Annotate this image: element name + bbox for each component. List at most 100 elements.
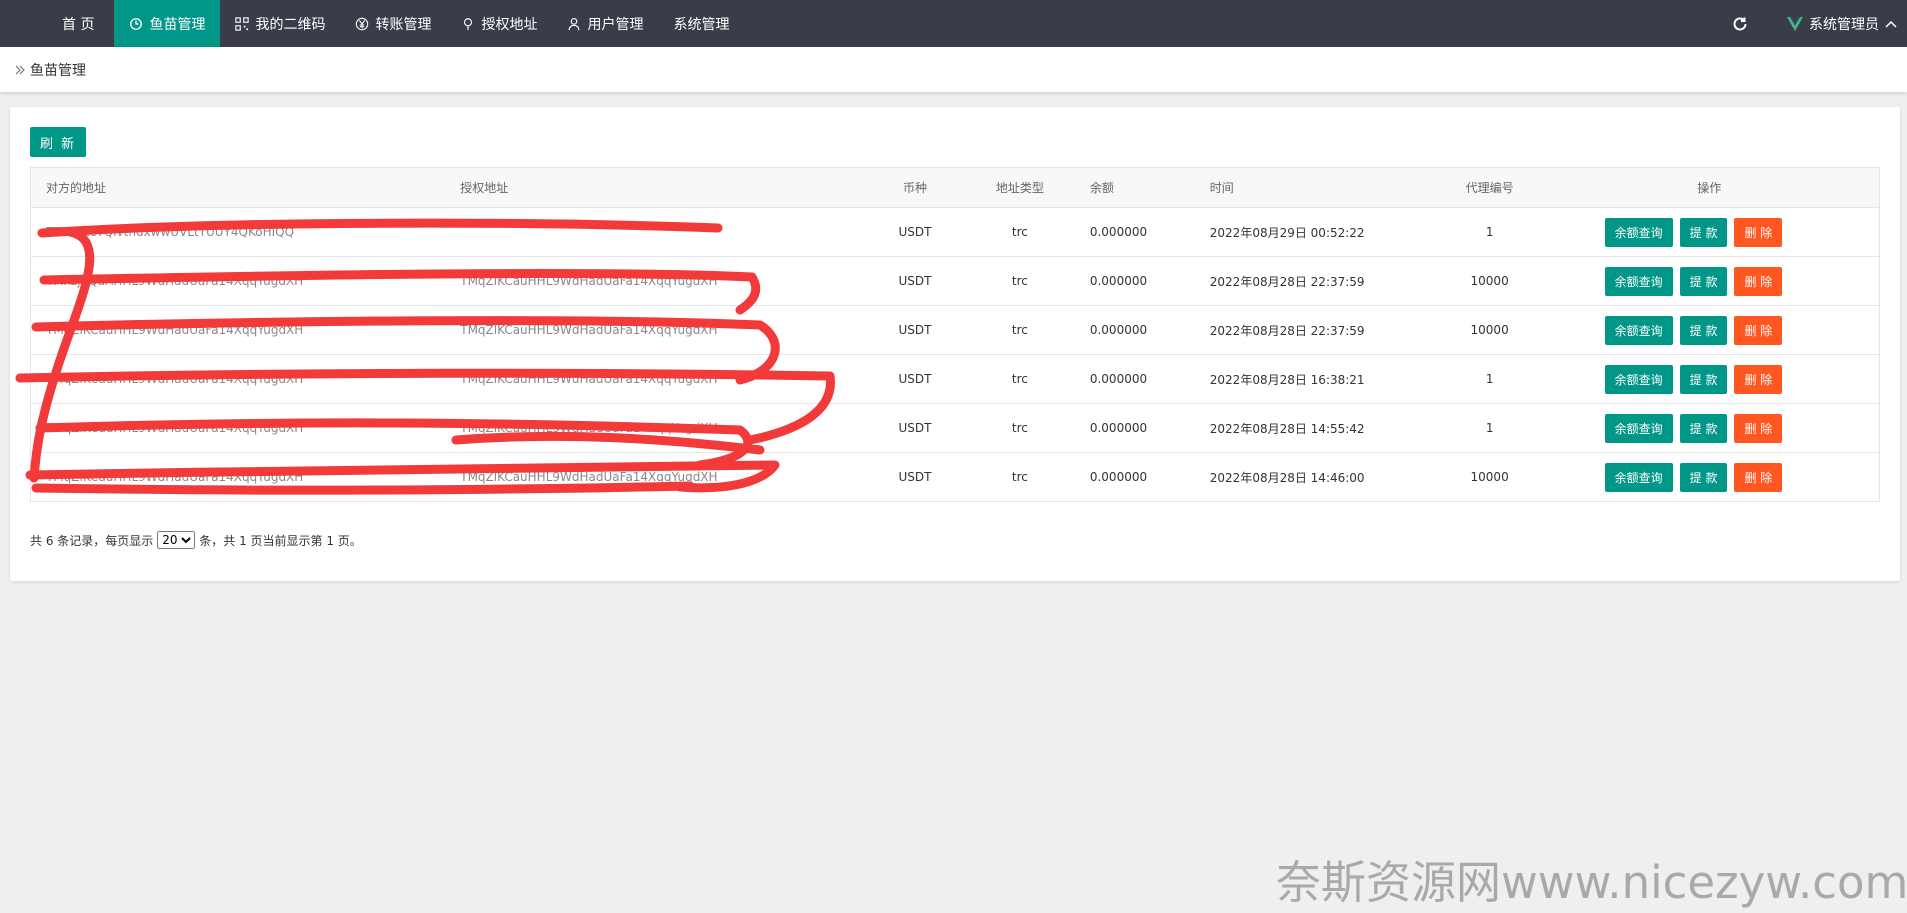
pager-suffix: 条，共 1 页当前显示第 1 页。 bbox=[199, 533, 362, 548]
cell-ops: 余额查询 提 款 删 除 bbox=[1539, 207, 1880, 257]
cell-from-address: TMqZlKCauHHL9WdHadUaFa14XqqYugdXH bbox=[30, 305, 446, 355]
cell-time: 2022年08月28日 14:55:42 bbox=[1194, 403, 1440, 453]
cell-agent: 1 bbox=[1439, 207, 1540, 257]
fish-icon bbox=[129, 17, 143, 31]
nav-item-label: 我的二维码 bbox=[255, 16, 326, 33]
user-menu[interactable]: 系统管理员 bbox=[1787, 14, 1897, 34]
row-actions: 余额查询 提 款 删 除 bbox=[1555, 217, 1864, 247]
breadcrumb-current: 鱼苗管理 bbox=[30, 62, 86, 79]
col-header-type: 地址类型 bbox=[964, 167, 1075, 208]
delete-button[interactable]: 删 除 bbox=[1734, 266, 1783, 296]
nav-menu: 首 页 鱼苗管理 我的二维码 转账管理 授权地址 用户管理 系统管理 bbox=[0, 0, 744, 47]
cell-auth-address bbox=[445, 207, 865, 257]
table-row: TMqZlKCauHHL9WdHadUaFa14XqqYugdXH TMqZlK… bbox=[30, 354, 1880, 404]
col-header-currency: 币种 bbox=[864, 167, 965, 208]
refresh-button[interactable]: 刷 新 bbox=[30, 127, 87, 157]
delete-button[interactable]: 删 除 bbox=[1734, 462, 1783, 492]
cell-type: trc bbox=[964, 256, 1075, 306]
refresh-icon[interactable] bbox=[1731, 15, 1749, 33]
withdraw-button[interactable]: 提 款 bbox=[1679, 364, 1728, 394]
withdraw-button[interactable]: 提 款 bbox=[1679, 315, 1728, 345]
cell-currency: USDT bbox=[864, 256, 965, 306]
table-header-row: 对方的地址 授权地址 币种 地址类型 余额 时间 代理编号 操作 bbox=[30, 167, 1880, 208]
cell-balance: 0.000000 bbox=[1074, 452, 1195, 502]
nav-item-home[interactable]: 首 页 bbox=[42, 0, 114, 47]
nav-item-label: 鱼苗管理 bbox=[149, 16, 206, 33]
nav-right: 系统管理员 bbox=[1731, 0, 1907, 47]
balance-query-button[interactable]: 余额查询 bbox=[1604, 217, 1673, 247]
vue-logo-icon bbox=[1787, 16, 1803, 31]
table-row: TMqZlKCauHHL9WdHadUaFa14XqqYugdXH TMqZlK… bbox=[30, 452, 1880, 502]
cell-from-address: TThKSzcYQivthdxwwUVLtTUUY4QKoHIQQ bbox=[30, 207, 446, 257]
delete-button[interactable]: 删 除 bbox=[1734, 364, 1783, 394]
cell-auth-address: TMqZlKCauHHL9WdHadUaFa14XqqYugdXH bbox=[445, 452, 865, 502]
nav-item-system[interactable]: 系统管理 bbox=[658, 0, 744, 47]
balance-query-button[interactable]: 余额查询 bbox=[1604, 364, 1673, 394]
nav-item-qrcode[interactable]: 我的二维码 bbox=[220, 0, 340, 47]
col-header-from: 对方的地址 bbox=[30, 167, 446, 208]
cell-time: 2022年08月28日 22:37:59 bbox=[1194, 305, 1440, 355]
nav-item-label: 转账管理 bbox=[375, 16, 432, 33]
delete-button[interactable]: 删 除 bbox=[1734, 315, 1783, 345]
row-actions: 余额查询 提 款 删 除 bbox=[1555, 364, 1864, 394]
chevron-up-icon bbox=[1885, 16, 1897, 32]
cell-ops: 余额查询 提 款 删 除 bbox=[1539, 403, 1880, 453]
balance-query-button[interactable]: 余额查询 bbox=[1604, 413, 1673, 443]
cell-balance: 0.000000 bbox=[1074, 256, 1195, 306]
nav-item-label: 授权地址 bbox=[481, 16, 538, 33]
table-row: TMxzjKQaAHHL9WdHadUaFa14XqqYugdXH TMqZiK… bbox=[30, 256, 1880, 306]
row-actions: 余额查询 提 款 删 除 bbox=[1555, 462, 1864, 492]
cell-currency: USDT bbox=[864, 452, 965, 502]
cell-type: trc bbox=[964, 354, 1075, 404]
col-header-ops: 操作 bbox=[1539, 167, 1880, 208]
nav-item-auth-address[interactable]: 授权地址 bbox=[446, 0, 552, 47]
cell-agent: 10000 bbox=[1439, 452, 1540, 502]
withdraw-button[interactable]: 提 款 bbox=[1679, 217, 1728, 247]
balance-query-button[interactable]: 余额查询 bbox=[1604, 462, 1673, 492]
col-header-auth: 授权地址 bbox=[445, 167, 865, 208]
withdraw-button[interactable]: 提 款 bbox=[1679, 413, 1728, 443]
cell-from-address: TMxzjKQaAHHL9WdHadUaFa14XqqYugdXH bbox=[30, 256, 446, 306]
table-row: TMqZlKCauHHL9WdHadUaFa14XqqYugdXH TMqZiK… bbox=[30, 403, 1880, 453]
cell-agent: 1 bbox=[1439, 403, 1540, 453]
cell-ops: 余额查询 提 款 删 除 bbox=[1539, 354, 1880, 404]
delete-button[interactable]: 删 除 bbox=[1734, 217, 1783, 247]
double-chevron-right-icon bbox=[14, 64, 26, 76]
page-size-select[interactable]: 20 bbox=[157, 531, 196, 549]
nav-item-fish[interactable]: 鱼苗管理 bbox=[114, 0, 221, 47]
pager-prefix: 共 6 条记录，每页显示 bbox=[30, 533, 154, 548]
col-header-balance: 余额 bbox=[1074, 167, 1195, 208]
user-icon bbox=[567, 17, 581, 31]
delete-button[interactable]: 删 除 bbox=[1734, 413, 1783, 443]
top-nav: 首 页 鱼苗管理 我的二维码 转账管理 授权地址 用户管理 系统管理 系统管理员 bbox=[0, 0, 1907, 47]
balance-query-button[interactable]: 余额查询 bbox=[1604, 266, 1673, 296]
cell-auth-address: TMqZiKCauHHL9WdHadUaFa14XqqYugdXH bbox=[445, 403, 865, 453]
yen-icon bbox=[355, 17, 369, 31]
cell-auth-address: TMqZlKCauHHL9WdHadUaFa14XqqYugdXH bbox=[445, 354, 865, 404]
row-actions: 余额查询 提 款 删 除 bbox=[1555, 413, 1864, 443]
cell-balance: 0.000000 bbox=[1074, 305, 1195, 355]
withdraw-button[interactable]: 提 款 bbox=[1679, 462, 1728, 492]
row-actions: 余额查询 提 款 删 除 bbox=[1555, 315, 1864, 345]
cell-type: trc bbox=[964, 305, 1075, 355]
cell-agent: 10000 bbox=[1439, 256, 1540, 306]
cell-ops: 余额查询 提 款 删 除 bbox=[1539, 452, 1880, 502]
table-row: TThKSzcYQivthdxwwUVLtTUUY4QKoHIQQ USDT t… bbox=[30, 207, 1880, 257]
cell-time: 2022年08月28日 14:46:00 bbox=[1194, 452, 1440, 502]
cell-from-address: TMqZlKCauHHL9WdHadUaFa14XqqYugdXH bbox=[30, 354, 446, 404]
nav-item-users[interactable]: 用户管理 bbox=[552, 0, 658, 47]
balance-query-button[interactable]: 余额查询 bbox=[1604, 315, 1673, 345]
pagination: 共 6 条记录，每页显示 20 条，共 1 页当前显示第 1 页。 bbox=[30, 531, 362, 549]
watermark: 奈斯资源网www.nicezyw.com bbox=[1276, 856, 1907, 909]
nav-item-label: 系统管理 bbox=[673, 16, 730, 33]
nav-item-label: 首 页 bbox=[62, 16, 95, 33]
user-name: 系统管理员 bbox=[1809, 16, 1879, 33]
cell-balance: 0.000000 bbox=[1074, 403, 1195, 453]
cell-agent: 1 bbox=[1439, 354, 1540, 404]
cell-type: trc bbox=[964, 452, 1075, 502]
nav-item-transfer[interactable]: 转账管理 bbox=[340, 0, 446, 47]
withdraw-button[interactable]: 提 款 bbox=[1679, 266, 1728, 296]
cell-type: trc bbox=[964, 403, 1075, 453]
cell-type: trc bbox=[964, 207, 1075, 257]
nav-item-label: 用户管理 bbox=[587, 16, 644, 33]
